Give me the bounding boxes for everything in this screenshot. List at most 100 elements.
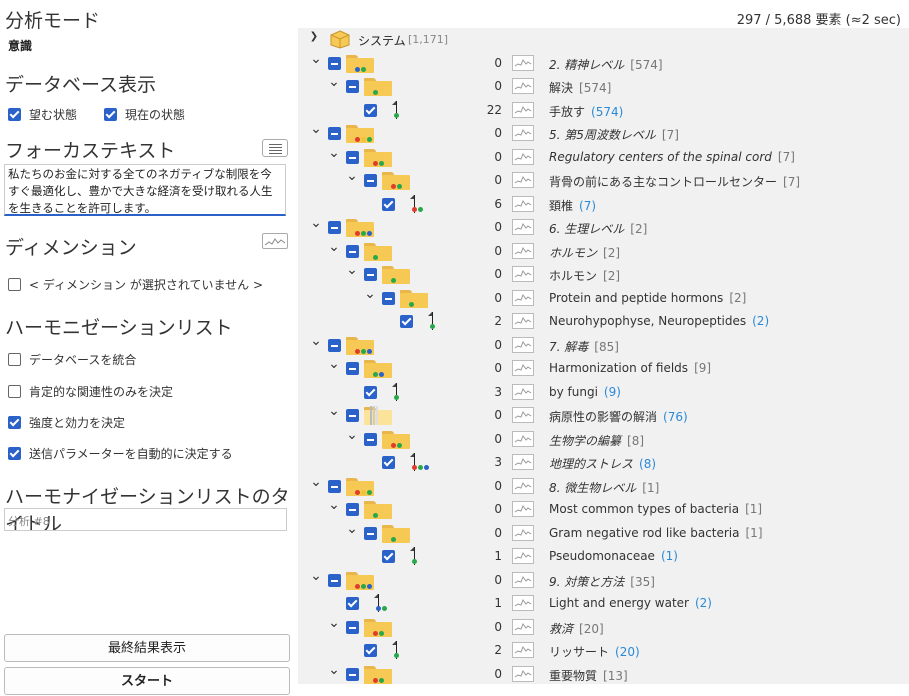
graph-icon[interactable] <box>512 571 534 588</box>
option-strength[interactable]: 強度と効力を決定 <box>8 414 125 431</box>
chevron-down-icon[interactable]: ⌄ <box>346 427 358 443</box>
row-label[interactable]: Harmonization of fields [9] <box>549 361 711 375</box>
chevron-down-icon[interactable]: ⌄ <box>310 51 322 67</box>
tree-row[interactable]: ⌄ 0 5. 第5周波数レベル [7] <box>298 121 909 145</box>
row-label[interactable]: 6. 生理レベル [2] <box>549 220 647 237</box>
partial-check-icon[interactable] <box>346 409 359 422</box>
tree-row[interactable]: ⌄ 0 9. 対策と方法 [35] <box>298 568 909 592</box>
row-label[interactable]: ホルモン [2] <box>549 267 620 284</box>
checkbox-checked-icon[interactable] <box>8 416 21 429</box>
row-label[interactable]: Gram negative rod like bacteria [1] <box>549 526 763 540</box>
graph-icon[interactable] <box>512 524 534 541</box>
tree-row[interactable]: 1 Light and energy water (2) <box>298 592 909 615</box>
chevron-down-icon[interactable]: ⌄ <box>328 74 340 90</box>
row-label[interactable]: 地理的ストレス (8) <box>549 455 656 472</box>
partial-check-icon[interactable] <box>328 221 341 234</box>
tree-row[interactable]: ⌄ 0 7. 解毒 [85] <box>298 333 909 357</box>
checkbox-checked-icon[interactable] <box>8 447 21 460</box>
checkbox-checked-icon[interactable] <box>8 108 21 121</box>
graph-icon[interactable] <box>512 595 534 611</box>
db-desired-checkbox[interactable]: 望む状態 <box>8 106 77 123</box>
analysis-mode-value[interactable]: 意識 <box>8 37 32 54</box>
checkbox-checked-icon[interactable] <box>382 456 395 469</box>
partial-check-icon[interactable] <box>328 338 341 352</box>
tree-row[interactable]: ⌄ 0 救済 [20] <box>298 615 909 639</box>
chevron-down-icon[interactable]: ⌄ <box>328 615 340 631</box>
graph-icon[interactable] <box>512 172 534 188</box>
graph-icon[interactable] <box>512 618 534 635</box>
checkbox-checked-icon[interactable] <box>364 385 377 399</box>
tree-root-row[interactable]: ❯ システム [1,171] <box>298 28 909 51</box>
chevron-down-icon[interactable]: ❯ <box>308 31 320 42</box>
graph-icon[interactable] <box>512 642 534 658</box>
chevron-down-icon[interactable]: ⌄ <box>346 521 358 537</box>
row-label[interactable]: 2. 精神レベル [574] <box>549 56 663 73</box>
row-label[interactable]: 背骨の前にある主なコントロールセンター [7] <box>549 173 800 190</box>
row-label[interactable]: 病原性の影響の解消 (76) <box>549 408 688 425</box>
partial-check-icon[interactable] <box>346 620 359 634</box>
final-result-button[interactable]: 最終結果表示 <box>4 634 290 662</box>
list-title-input[interactable]: 分析 #8 <box>4 508 287 531</box>
graph-icon[interactable] <box>512 454 534 470</box>
chevron-down-icon[interactable]: ⌄ <box>328 145 340 161</box>
chevron-down-icon[interactable]: ⌄ <box>310 474 322 490</box>
checkbox-unchecked-icon[interactable] <box>8 385 21 398</box>
option-merge-db[interactable]: データベースを統合 <box>8 351 136 368</box>
checkbox-unchecked-icon[interactable] <box>8 353 21 366</box>
tree-row[interactable]: ⌄ 0 Harmonization of fields [9] <box>298 356 909 380</box>
graph-icon[interactable] <box>512 430 534 447</box>
row-label[interactable]: 9. 対策と方法 [35] <box>549 573 655 590</box>
graph-icon[interactable] <box>512 266 534 282</box>
partial-check-icon[interactable] <box>328 56 341 70</box>
graph-icon[interactable] <box>512 665 534 682</box>
graph-icon[interactable] <box>512 219 534 235</box>
partial-check-icon[interactable] <box>346 244 359 258</box>
checkbox-checked-icon[interactable] <box>364 103 377 117</box>
checkbox-unchecked-icon[interactable] <box>8 278 21 291</box>
tree-row[interactable]: ⌄ 0 Protein and peptide hormons [2] <box>298 286 909 310</box>
graph-icon[interactable] <box>512 548 534 564</box>
checkbox-checked-icon[interactable] <box>382 197 395 211</box>
db-current-checkbox[interactable]: 現在の状態 <box>104 106 185 123</box>
row-label[interactable]: ホルモン [2] <box>549 244 620 261</box>
dimension-graph-icon[interactable] <box>262 233 288 249</box>
row-label[interactable]: 重要物質 [13] <box>549 667 628 684</box>
graph-icon[interactable] <box>512 313 534 329</box>
tree-row[interactable]: ⌄ 0 ホルモン [2] <box>298 239 909 263</box>
tree-row[interactable]: ⌄ 0 解決 [574] <box>298 74 909 98</box>
partial-check-icon[interactable] <box>346 150 359 164</box>
row-label[interactable]: 救済 [20] <box>549 620 604 637</box>
row-label[interactable]: 8. 微生物レベル [1] <box>549 479 659 496</box>
tree-row[interactable]: ⌄ 0 ホルモン [2] <box>298 262 909 286</box>
tree-row[interactable]: ⌄ 0 Regulatory centers of the spinal cord [… <box>298 145 909 169</box>
chevron-down-icon[interactable]: ⌄ <box>310 121 322 137</box>
chevron-down-icon[interactable]: ⌄ <box>328 497 340 513</box>
graph-icon[interactable] <box>512 383 534 400</box>
tree-row[interactable]: 1 Pseudomonaceae (1) <box>298 545 909 568</box>
tree-row[interactable]: ⌄ 0 重要物質 [13] <box>298 662 909 686</box>
graph-icon[interactable] <box>512 101 534 118</box>
checkbox-checked-icon[interactable] <box>346 597 359 610</box>
tree-row[interactable]: ⌄ 0 病原性の影響の解消 (76) <box>298 403 909 427</box>
row-label[interactable]: 7. 解毒 [85] <box>549 338 619 355</box>
row-label[interactable]: Regulatory centers of the spinal cord [7] <box>549 150 795 164</box>
row-label[interactable]: 生物学の編纂 [8] <box>549 432 644 449</box>
tree-row[interactable]: ⌄ 0 Most common types of bacteria [1] <box>298 497 909 521</box>
tree-row[interactable]: 3 地理的ストレス (8) <box>298 451 909 474</box>
tree-row[interactable]: ⌄ 0 8. 微生物レベル [1] <box>298 474 909 498</box>
partial-check-icon[interactable] <box>328 573 341 587</box>
chevron-down-icon[interactable]: ⌄ <box>346 262 358 278</box>
graph-icon[interactable] <box>512 289 534 306</box>
row-label[interactable]: Light and energy water (2) <box>549 596 712 610</box>
checkbox-checked-icon[interactable] <box>382 550 395 563</box>
partial-check-icon[interactable] <box>364 432 377 446</box>
chevron-down-icon[interactable]: ⌄ <box>328 356 340 372</box>
partial-check-icon[interactable] <box>346 503 359 516</box>
chevron-down-icon[interactable]: ⌄ <box>328 662 340 678</box>
tree-row[interactable]: 22 手放す (574) <box>298 99 909 122</box>
partial-check-icon[interactable] <box>328 479 341 493</box>
chevron-down-icon[interactable]: ⌄ <box>364 286 376 302</box>
graph-icon[interactable] <box>512 125 534 141</box>
row-label[interactable]: Most common types of bacteria [1] <box>549 502 762 516</box>
chevron-down-icon[interactable]: ⌄ <box>328 403 340 419</box>
